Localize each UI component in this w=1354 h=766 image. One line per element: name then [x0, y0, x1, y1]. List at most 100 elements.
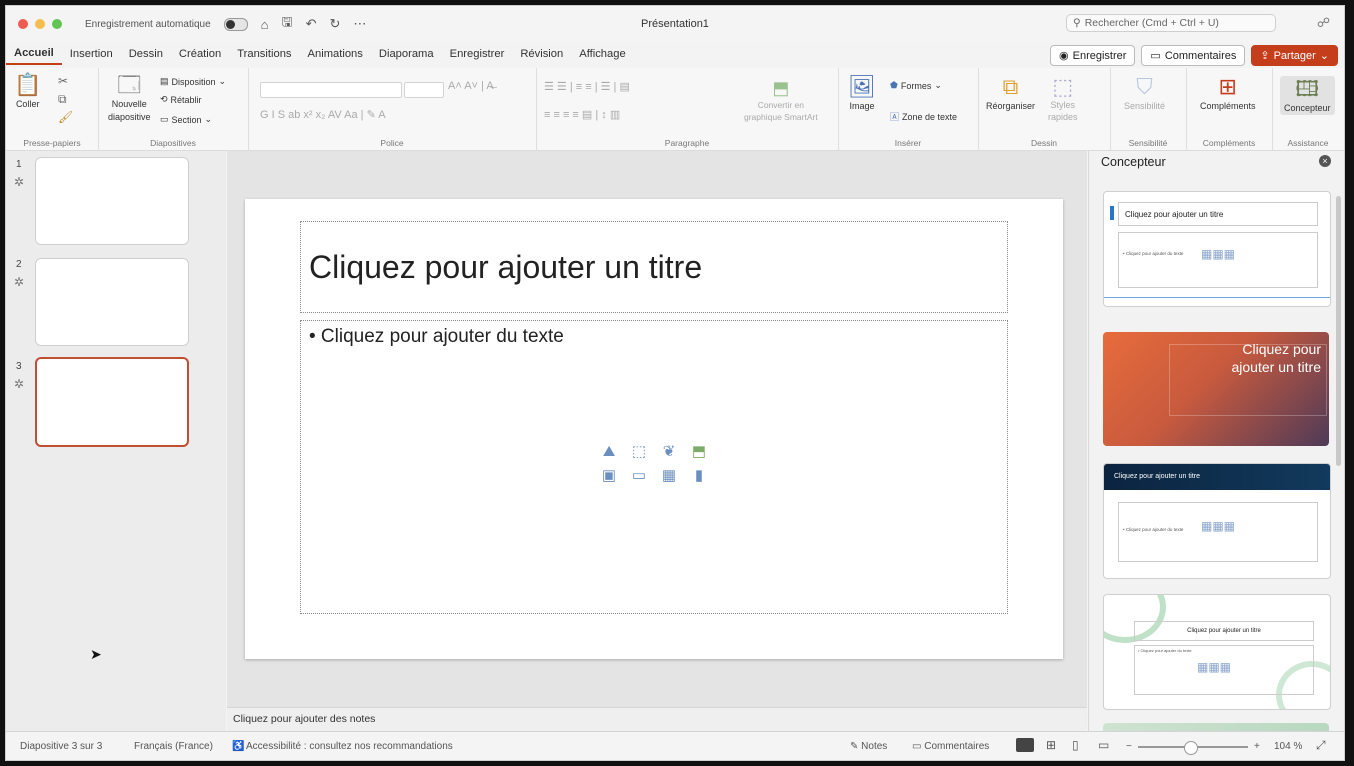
fit-to-window-icon[interactable]: ⤢	[1316, 738, 1326, 753]
smartart-label-1: Convertir en	[757, 100, 804, 110]
online-picture-icon[interactable]: ▣	[597, 465, 621, 485]
smartart-button[interactable]: ⬒ Convertir en graphique SmartArt	[744, 78, 818, 122]
quick-styles-button[interactable]: ⬚ Styles rapides	[1048, 76, 1078, 122]
video-icon[interactable]: ▭	[627, 465, 651, 485]
reading-view-icon[interactable]: ▯	[1072, 738, 1079, 752]
design-idea-card-4[interactable]: Cliquez pour ajouter un titre • Cliquez …	[1103, 594, 1331, 710]
tab-diaporama[interactable]: Diaporama	[371, 43, 442, 65]
tab-revision[interactable]: Révision	[512, 43, 571, 65]
share-button[interactable]: ⇪ Partager ⌄	[1251, 45, 1338, 66]
table-icon[interactable]: ▦	[657, 465, 681, 485]
tab-insertion[interactable]: Insertion	[62, 43, 121, 65]
sensitivity-button[interactable]: ⛉ Sensibilité	[1124, 76, 1165, 112]
designer-button[interactable]: 🖽 Concepteur	[1280, 76, 1335, 115]
paste-button[interactable]: 📋 Coller	[14, 74, 41, 110]
normal-view-button[interactable]	[1016, 738, 1034, 752]
zoom-out-button[interactable]: −	[1126, 741, 1132, 752]
tab-creation[interactable]: Création	[171, 43, 229, 65]
share-people-icon[interactable]: ☍	[1317, 15, 1330, 31]
content-placeholder[interactable]: • Cliquez pour ajouter du texte ⛰ ⬚ ❦ ⬒ …	[300, 320, 1008, 614]
notes-pane[interactable]: Cliquez pour ajouter des notes	[227, 707, 1087, 732]
font-size-select[interactable]	[404, 82, 444, 98]
tab-dessin[interactable]: Dessin	[121, 43, 171, 65]
tab-enregistrer[interactable]: Enregistrer	[442, 43, 513, 65]
zoom-level[interactable]: 104 %	[1274, 741, 1302, 752]
tab-animations[interactable]: Animations	[300, 43, 371, 65]
card-line	[1104, 297, 1330, 298]
language-indicator[interactable]: Français (France)	[134, 741, 213, 752]
insert-group-label: Insérer	[894, 138, 922, 148]
format-painter-icon[interactable]: 🖌	[58, 110, 73, 124]
search-input[interactable]: ⚲ Rechercher (Cmd + Ctrl + U)	[1066, 14, 1276, 32]
close-window-button[interactable]	[18, 19, 28, 29]
arrange-button[interactable]: ⧉ Réorganiser	[986, 76, 1035, 112]
reset-icon: ⟲	[160, 94, 168, 104]
cut-icon[interactable]: ✂	[58, 74, 68, 88]
card-body: • Cliquez pour ajouter du texte	[1138, 648, 1192, 653]
zoom-slider-thumb[interactable]	[1184, 741, 1198, 755]
zoom-in-button[interactable]: +	[1254, 741, 1260, 752]
undo-icon[interactable]: ↶	[306, 16, 317, 32]
smartart-label-2: graphique SmartArt	[744, 112, 818, 122]
textbox-label: Zone de texte	[902, 111, 958, 122]
title-bar: Enregistrement automatique ⌂ 🖫 ↶ ↻ ⋯ Pré…	[6, 6, 1344, 42]
accessibility-status[interactable]: Accessibilité : consultez nos recommanda…	[246, 741, 453, 752]
align-buttons[interactable]: ≡ ≡ ≡ ≡ ▤ | ↕ ▥	[544, 108, 620, 121]
picture-icon[interactable]: ⛰	[597, 441, 621, 461]
smartart-icon[interactable]: ⬒	[687, 441, 711, 461]
font-format-buttons[interactable]: G I S ab x² x₂ AV Aa | ✎ A	[260, 108, 386, 121]
icons-icon[interactable]: ❦	[657, 441, 681, 461]
copy-icon[interactable]: ⧉	[58, 92, 67, 107]
minimize-window-button[interactable]	[35, 19, 45, 29]
body-placeholder-text: • Cliquez pour ajouter du texte	[309, 326, 564, 347]
tab-accueil[interactable]: Accueil	[6, 43, 62, 65]
slide-thumbnail-2[interactable]	[35, 258, 189, 346]
design-idea-card-1[interactable]: Cliquez pour ajouter un titre • Cliquez …	[1103, 191, 1331, 307]
font-size-buttons[interactable]: A˄ A˅ | A̶	[448, 80, 494, 92]
home-icon[interactable]: ⌂	[261, 17, 269, 32]
comments-label: Commentaires	[1164, 49, 1237, 62]
comment-icon: ▭	[1150, 50, 1161, 62]
current-slide[interactable]: Cliquez pour ajouter un titre • Cliquez …	[245, 199, 1063, 659]
title-placeholder[interactable]: Cliquez pour ajouter un titre	[300, 221, 1008, 313]
slides-group: 🗔 Nouvelle diapositive ▤ Disposition ⌄ ⟲ Ré…	[98, 68, 249, 150]
reset-button[interactable]: ⟲ Rétablir	[160, 94, 202, 105]
slide-thumbnail-1[interactable]	[35, 157, 189, 245]
comments-button[interactable]: ▭ Commentaires	[1141, 45, 1246, 66]
paragraph-group-label: Paragraphe	[664, 138, 710, 148]
design-idea-card-3[interactable]: Cliquez pour ajouter un titre • Cliquez …	[1103, 463, 1331, 579]
redo-icon[interactable]: ↻	[329, 16, 340, 32]
slide-thumbnail-3[interactable]	[35, 357, 189, 447]
stock-images-icon[interactable]: ⬚	[627, 441, 651, 461]
more-icon[interactable]: ⋯	[353, 16, 366, 32]
slideshow-icon[interactable]: ▭	[1098, 738, 1109, 752]
textbox-button[interactable]: 🄰 Zone de texte	[890, 110, 957, 123]
autosave-toggle[interactable]	[223, 17, 248, 31]
chart-icon[interactable]: ▮	[687, 465, 711, 485]
shapes-button[interactable]: ⬟ Formes ⌄	[890, 80, 942, 91]
comments-toggle[interactable]: ▭ Commentaires	[912, 741, 989, 752]
tab-transitions[interactable]: Transitions	[229, 43, 299, 65]
layout-button[interactable]: ▤ Disposition ⌄	[160, 76, 226, 87]
chevron-down-icon: ⌄	[934, 80, 942, 90]
close-icon[interactable]: ×	[1319, 155, 1331, 167]
addins-button[interactable]: ⊞ Compléments	[1200, 76, 1256, 112]
font-group-label: Police	[380, 138, 404, 148]
font-name-select[interactable]	[260, 82, 402, 98]
designer-scrollbar[interactable]	[1336, 196, 1341, 466]
list-buttons[interactable]: ☰ ☰ | ≡ ≡ | ☰ | ▤	[544, 80, 630, 93]
slide-sorter-icon[interactable]: ⊞	[1046, 738, 1056, 752]
image-button[interactable]: 🖼 Image	[848, 76, 876, 112]
content-icons: ▦▦▦	[1197, 660, 1232, 674]
design-idea-card-2[interactable]: Cliquez pour ajouter un titre	[1103, 332, 1329, 446]
record-button[interactable]: ◉ Enregistrer	[1050, 45, 1136, 66]
zoom-window-button[interactable]	[52, 19, 62, 29]
tab-affichage[interactable]: Affichage	[571, 43, 633, 65]
save-icon[interactable]: 🖫	[281, 13, 292, 35]
section-button[interactable]: ▭ Section ⌄	[160, 114, 212, 125]
notes-toggle[interactable]: ✎ Notes	[850, 741, 887, 752]
designer-icon: 🖽	[1295, 76, 1320, 101]
smartart-icon: ⬒	[772, 78, 790, 98]
new-slide-button[interactable]: 🗔 Nouvelle diapositive	[108, 74, 151, 123]
chevron-down-icon: ⌄	[204, 114, 213, 124]
